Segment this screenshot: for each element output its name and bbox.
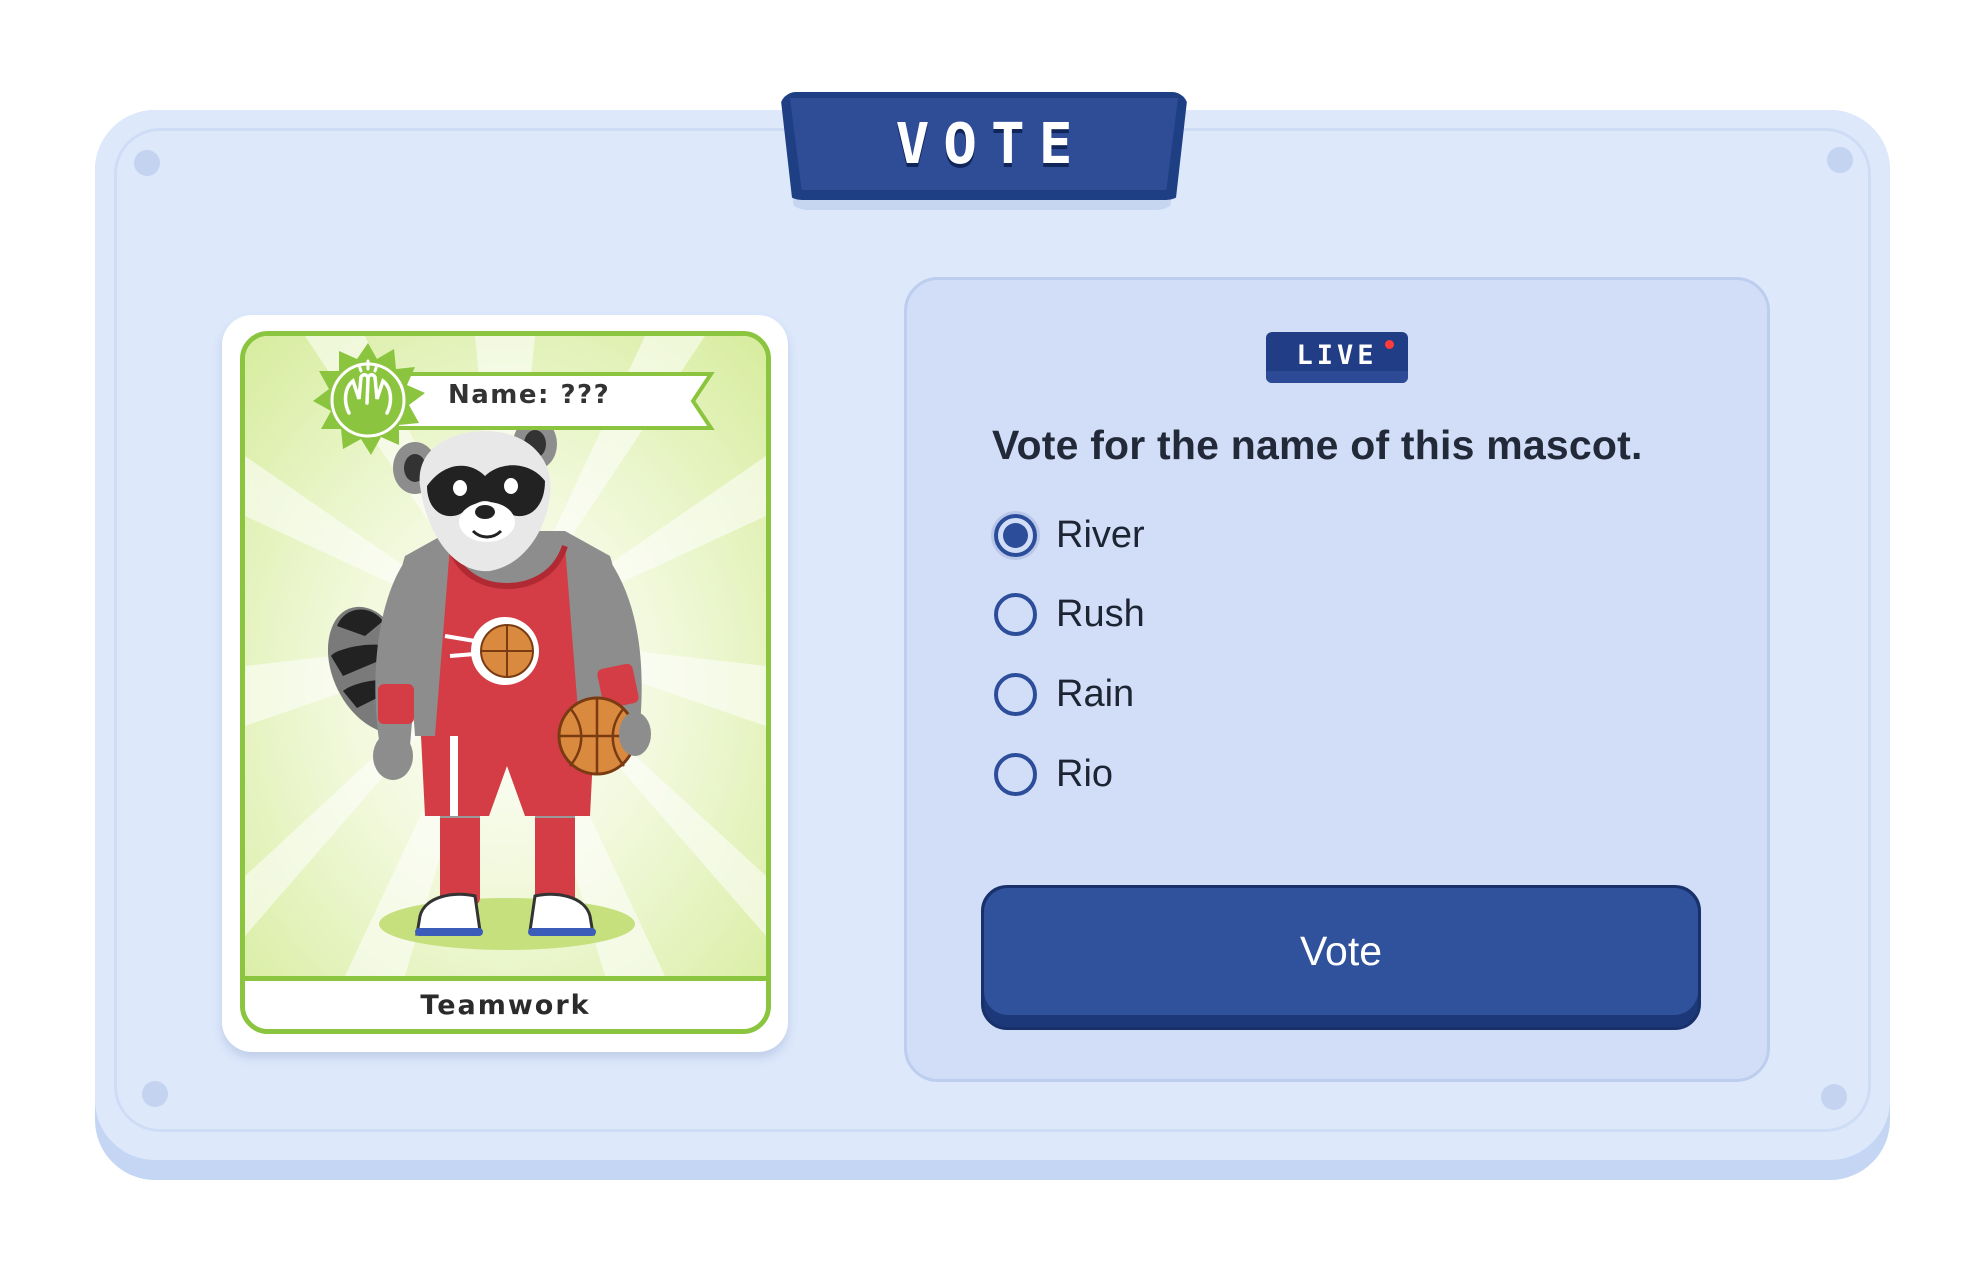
mascot-name-label: Name: ??? (448, 380, 611, 410)
option-rush[interactable]: Rush (994, 588, 1414, 640)
vote-button-face[interactable]: Vote (984, 888, 1698, 1015)
screw-bottom-left (142, 1081, 168, 1107)
title-tab-face: VOTE (790, 98, 1178, 190)
option-label-river[interactable]: River (1056, 514, 1145, 557)
option-rio[interactable]: Rio (994, 748, 1414, 800)
vote-button-label[interactable]: Vote (1300, 928, 1382, 975)
screw-top-left (134, 150, 160, 176)
option-label-rain[interactable]: Rain (1056, 673, 1134, 716)
high-five-icon (313, 343, 425, 455)
screw-top-right (1827, 147, 1853, 173)
card-trait-footer: Teamwork (245, 976, 766, 1029)
screw-bottom-right (1821, 1084, 1847, 1110)
radio-rush[interactable] (994, 592, 1037, 636)
live-badge: LIVE (1266, 332, 1408, 383)
mascot-card-frame: Teamwork (240, 331, 771, 1034)
option-rain[interactable]: Rain (994, 668, 1414, 720)
radio-river[interactable] (994, 513, 1037, 557)
poll-question: Vote for the name of this mascot. (992, 422, 1643, 468)
radio-rio[interactable] (994, 752, 1037, 796)
live-dot-icon (1385, 340, 1394, 349)
option-label-rio[interactable]: Rio (1056, 753, 1113, 796)
option-river[interactable]: River (994, 509, 1414, 561)
live-badge-label: LIVE (1296, 340, 1378, 371)
vote-button[interactable]: Vote (981, 885, 1701, 1030)
radio-rain[interactable] (994, 672, 1037, 716)
card-trait-label: Teamwork (420, 989, 591, 1021)
option-label-rush[interactable]: Rush (1056, 593, 1145, 636)
page-title: VOTE (895, 111, 1087, 177)
